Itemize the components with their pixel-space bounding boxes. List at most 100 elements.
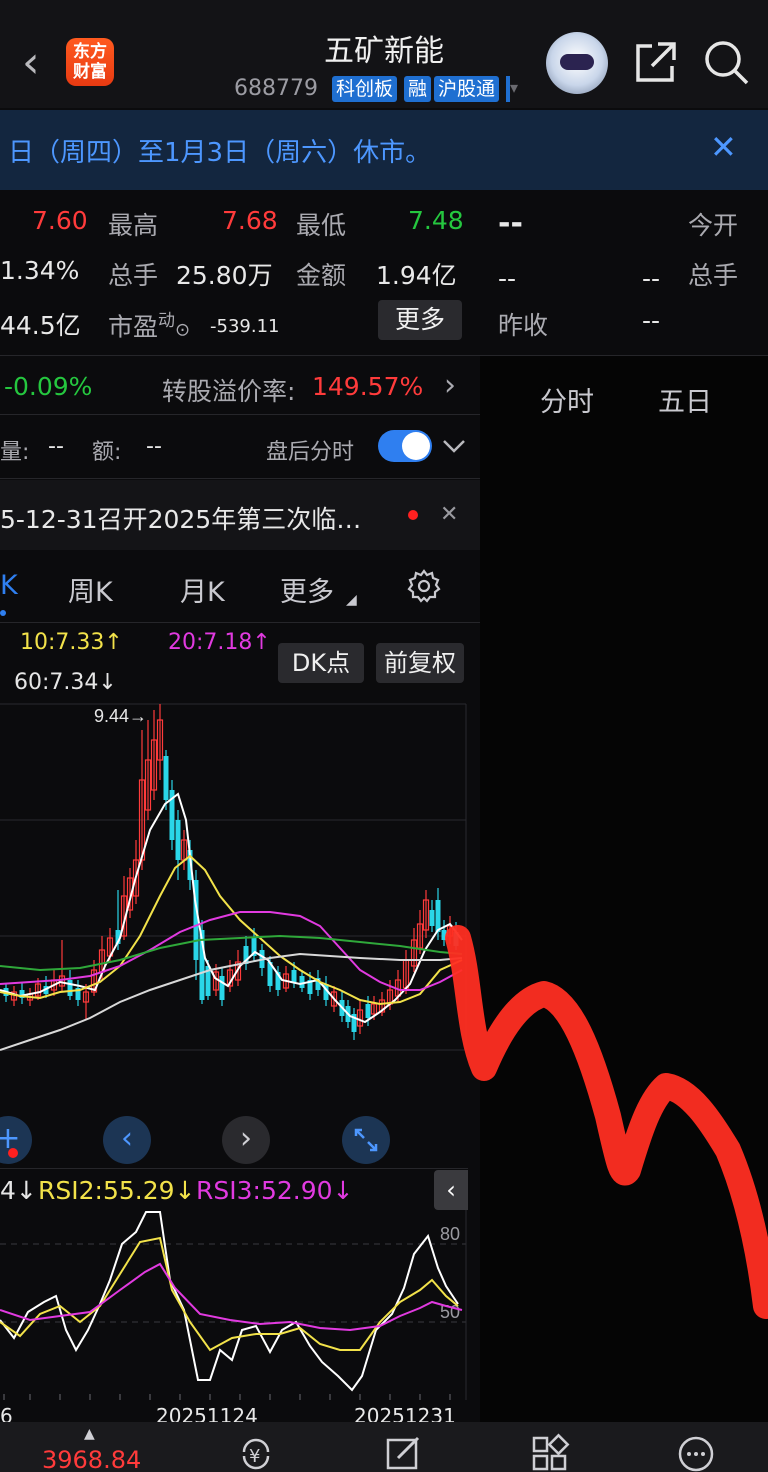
value-high: 7.68 bbox=[222, 206, 278, 235]
ma20-line bbox=[0, 911, 463, 991]
candles bbox=[3, 704, 459, 1040]
rsi1-line bbox=[0, 1211, 459, 1392]
hand-drawn-arrow bbox=[445, 925, 768, 1319]
ma20-label: 20:7.18↑ bbox=[168, 630, 271, 655]
label-pe-sup: 动 bbox=[158, 311, 176, 331]
candle-body bbox=[67, 980, 73, 996]
unread-dot bbox=[408, 510, 418, 520]
value-pe: -539.11 bbox=[210, 316, 280, 337]
right-value-b: -- bbox=[642, 264, 661, 293]
info-icon[interactable]: ⊙ bbox=[175, 319, 190, 340]
close-icon[interactable]: ✕ bbox=[710, 128, 737, 166]
back-icon[interactable]: ‹ bbox=[22, 36, 58, 90]
tab-daily-k[interactable]: K bbox=[0, 570, 18, 601]
tag-star-market: 科创板 bbox=[332, 76, 398, 102]
value-amount: 1.94亿 bbox=[376, 261, 457, 290]
value-low: 7.48 bbox=[408, 206, 464, 235]
ah-vol-label: 量: bbox=[0, 440, 30, 465]
stock-name: 五矿新能 bbox=[324, 34, 444, 69]
label-open: 今开 bbox=[688, 211, 739, 240]
label-low: 最低 bbox=[296, 211, 347, 240]
chevron-right-icon[interactable]: › bbox=[444, 368, 456, 403]
rsi-80-label: 80 bbox=[440, 1224, 460, 1244]
up-caret-icon: ▲ bbox=[84, 1426, 95, 1442]
tab-more[interactable]: 更多 bbox=[280, 570, 334, 609]
edit-icon[interactable] bbox=[384, 1432, 424, 1472]
ah-vol-value: -- bbox=[48, 434, 64, 459]
value-prev-close: -- bbox=[642, 306, 661, 335]
rsi3-label: RSI3:52.90↓ bbox=[196, 1176, 354, 1205]
announcement-text[interactable]: 5-12-31召开2025年第三次临… bbox=[0, 500, 361, 536]
candle-body bbox=[163, 756, 169, 800]
scroll-left-button[interactable]: ‹ bbox=[103, 1116, 151, 1164]
candle-body bbox=[291, 970, 297, 982]
candle-body bbox=[365, 1004, 371, 1018]
notice-text: 日（周四）至1月3日（周六）休市。 bbox=[8, 138, 432, 168]
high-marker: 9.44→ bbox=[94, 706, 147, 726]
kline-chart[interactable]: 9.44→ bbox=[0, 700, 468, 1060]
label-total-volume: 总手 bbox=[688, 261, 739, 290]
tab-intraday[interactable]: 分时 bbox=[540, 380, 594, 419]
rsi2-label: RSI2:55.29↓ bbox=[38, 1176, 196, 1205]
label-pe: 市盈动⊙ bbox=[108, 306, 190, 343]
search-icon[interactable] bbox=[702, 38, 750, 86]
share-icon[interactable] bbox=[634, 40, 678, 84]
chevron-down-icon[interactable] bbox=[442, 436, 466, 456]
chevron-down-icon[interactable]: ▾ bbox=[510, 78, 518, 97]
value-market-cap: 44.5亿 bbox=[0, 311, 81, 340]
yuan-cycle-icon[interactable]: ¥ bbox=[236, 1432, 276, 1472]
toggle-knob bbox=[402, 432, 430, 460]
divider bbox=[0, 1168, 468, 1169]
tab-five-day[interactable]: 五日 bbox=[658, 380, 712, 419]
premium-label: 转股溢价率: bbox=[162, 377, 296, 406]
rsi-chart[interactable]: 80 50 bbox=[0, 1210, 468, 1400]
close-icon[interactable]: ✕ bbox=[440, 502, 458, 527]
apps-icon[interactable] bbox=[530, 1432, 570, 1472]
quote-price: 7.60 bbox=[32, 206, 88, 235]
label-prev-close: 昨收 bbox=[498, 311, 549, 340]
dk-point-button[interactable]: DK点 bbox=[278, 643, 364, 683]
ah-amt-value: -- bbox=[146, 434, 162, 459]
price-adjust-button[interactable]: 前复权 bbox=[376, 643, 464, 683]
premium-value: 149.57% bbox=[312, 372, 424, 401]
fullscreen-button[interactable] bbox=[342, 1116, 390, 1164]
ma10-label: 10:7.33↑ bbox=[20, 630, 123, 655]
candle-body bbox=[299, 976, 305, 988]
label-pe-text: 市盈 bbox=[108, 312, 159, 342]
divider bbox=[0, 414, 480, 415]
logo-line-2: 财富 bbox=[73, 62, 107, 82]
label-high: 最高 bbox=[108, 211, 159, 240]
more-icon[interactable] bbox=[676, 1432, 716, 1472]
rsi1-label: 4↓ bbox=[0, 1176, 37, 1205]
stock-code: 688779 bbox=[234, 76, 318, 101]
notification-dot bbox=[8, 1148, 18, 1158]
tab-weekly-k[interactable]: 周K bbox=[68, 570, 113, 609]
ma60-label: 60:7.34↓ bbox=[14, 670, 117, 695]
svg-text:¥: ¥ bbox=[249, 1446, 260, 1467]
quote-change-pct: 1.34% bbox=[0, 256, 80, 285]
caret-icon: ◢ bbox=[346, 592, 357, 608]
tab-monthly-k[interactable]: 月K bbox=[180, 570, 225, 609]
right-price: -- bbox=[498, 206, 523, 241]
right-value-a: -- bbox=[498, 264, 517, 293]
divider bbox=[0, 622, 480, 623]
divider bbox=[0, 478, 480, 479]
more-button[interactable]: 更多 bbox=[378, 300, 462, 340]
active-tab-indicator bbox=[0, 610, 6, 616]
bond-change: -0.09% bbox=[4, 372, 93, 401]
rsi3-line bbox=[0, 1262, 463, 1332]
candle-body bbox=[219, 976, 225, 1000]
candle-body bbox=[175, 820, 181, 860]
ah-label: 盘后分时 bbox=[266, 440, 355, 465]
gear-icon[interactable] bbox=[406, 568, 442, 604]
rsi-grid bbox=[0, 1243, 466, 1323]
index-value[interactable]: 3968.84 bbox=[42, 1446, 141, 1472]
tag-margin: 融 bbox=[404, 76, 432, 102]
label-amount: 金额 bbox=[296, 261, 347, 290]
value-volume: 25.80万 bbox=[176, 261, 273, 290]
assistant-visor bbox=[560, 54, 594, 70]
app-logo: 东方 财富 bbox=[66, 38, 114, 86]
ah-amt-label: 额: bbox=[92, 440, 122, 465]
collapse-panel-button[interactable]: ‹ bbox=[434, 1170, 468, 1210]
scroll-right-button[interactable]: › bbox=[222, 1116, 270, 1164]
